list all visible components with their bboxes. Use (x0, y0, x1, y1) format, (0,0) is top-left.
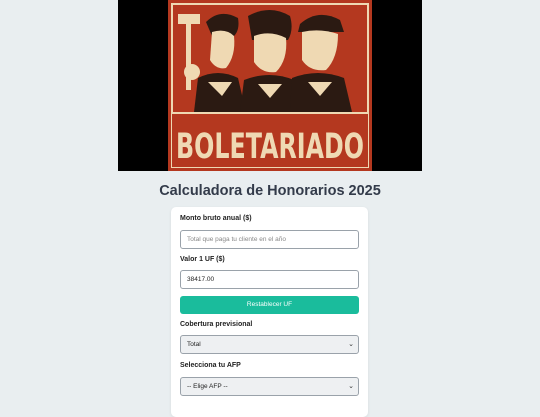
chevron-down-icon: ⌄ (348, 341, 354, 348)
valor-uf-input[interactable] (180, 270, 359, 289)
monto-bruto-input[interactable] (180, 230, 359, 249)
chevron-down-icon: ⌄ (348, 383, 354, 390)
boletariado-poster-image: BOLETARIADO (168, 0, 372, 171)
hero-banner: BOLETARIADO (118, 0, 422, 171)
page-title: Calculadora de Honorarios 2025 (159, 183, 381, 199)
poster-artwork: BOLETARIADO (168, 0, 372, 171)
poster-title: BOLETARIADO (176, 127, 364, 167)
cobertura-select[interactable]: Total ⌄ (180, 335, 359, 354)
cobertura-selected-value: Total (187, 341, 201, 348)
afp-selected-value: -- Elige AFP -- (187, 383, 228, 390)
uf-label: Valor 1 UF ($) (180, 256, 225, 263)
afp-select[interactable]: -- Elige AFP -- ⌄ (180, 377, 359, 396)
calculator-form-card: Monto bruto anual ($) Valor 1 UF ($) Res… (171, 207, 368, 417)
restablecer-uf-button[interactable]: Restablecer UF (180, 296, 359, 314)
cobertura-label: Cobertura previsional (180, 321, 253, 328)
afp-label: Selecciona tu AFP (180, 362, 241, 369)
monto-label: Monto bruto anual ($) (180, 215, 252, 222)
